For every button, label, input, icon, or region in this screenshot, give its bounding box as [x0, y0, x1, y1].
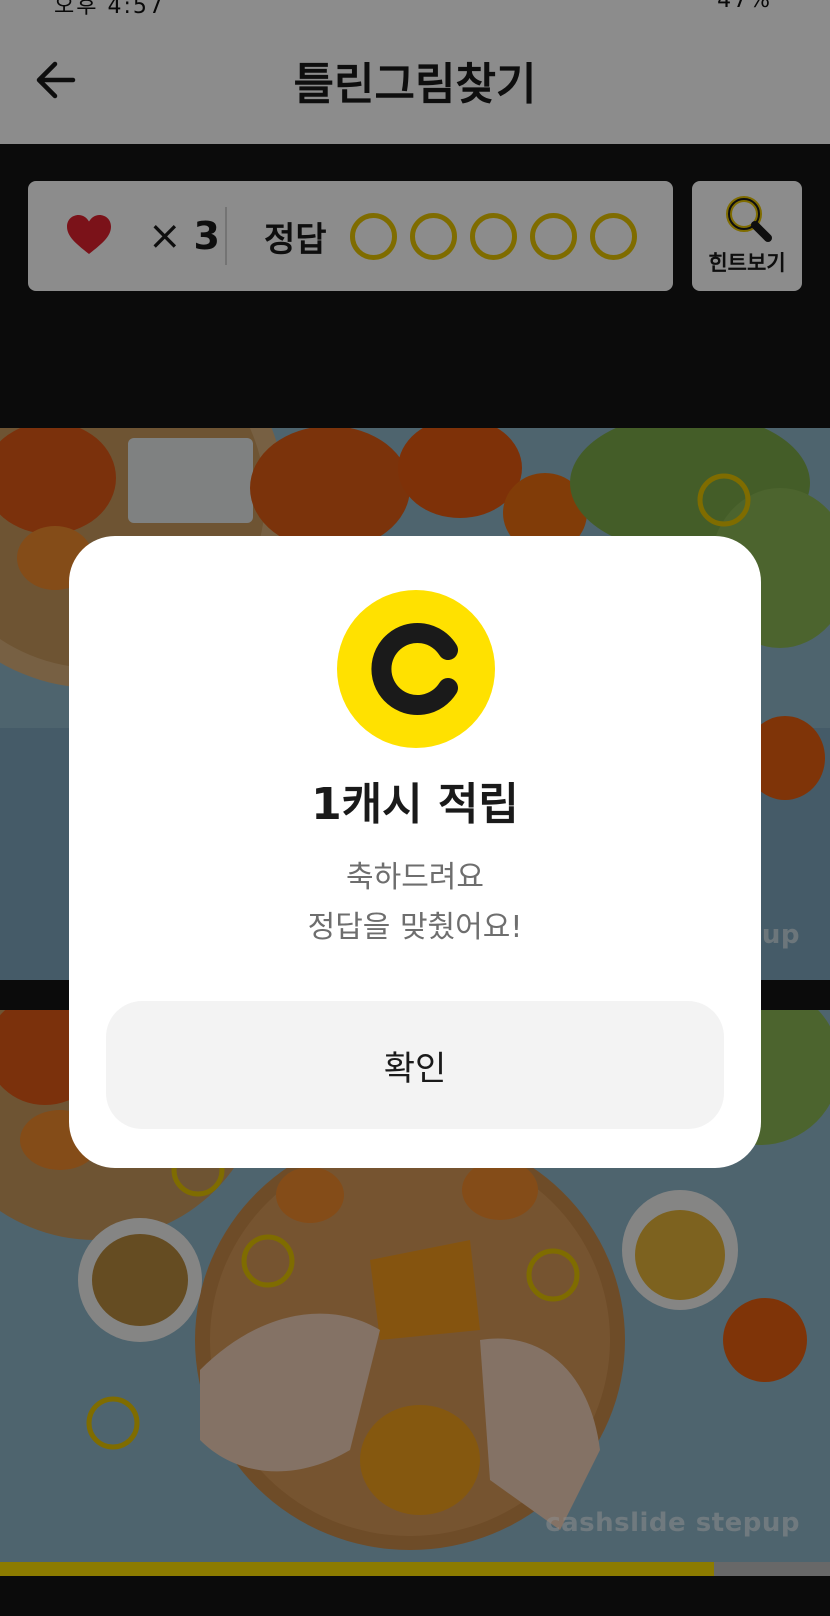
cash-coin-icon: [337, 590, 495, 748]
confirm-button[interactable]: 확인: [106, 1001, 724, 1129]
dialog-message-line1: 축하드려요: [346, 860, 484, 895]
reward-dialog: 1캐시 적립 축하드려요 정답을 맞췄어요! 확인: [69, 536, 761, 1168]
dialog-message-line2: 정답을 맞췄어요!: [307, 910, 523, 945]
dialog-title: 1캐시 적립: [311, 779, 519, 830]
